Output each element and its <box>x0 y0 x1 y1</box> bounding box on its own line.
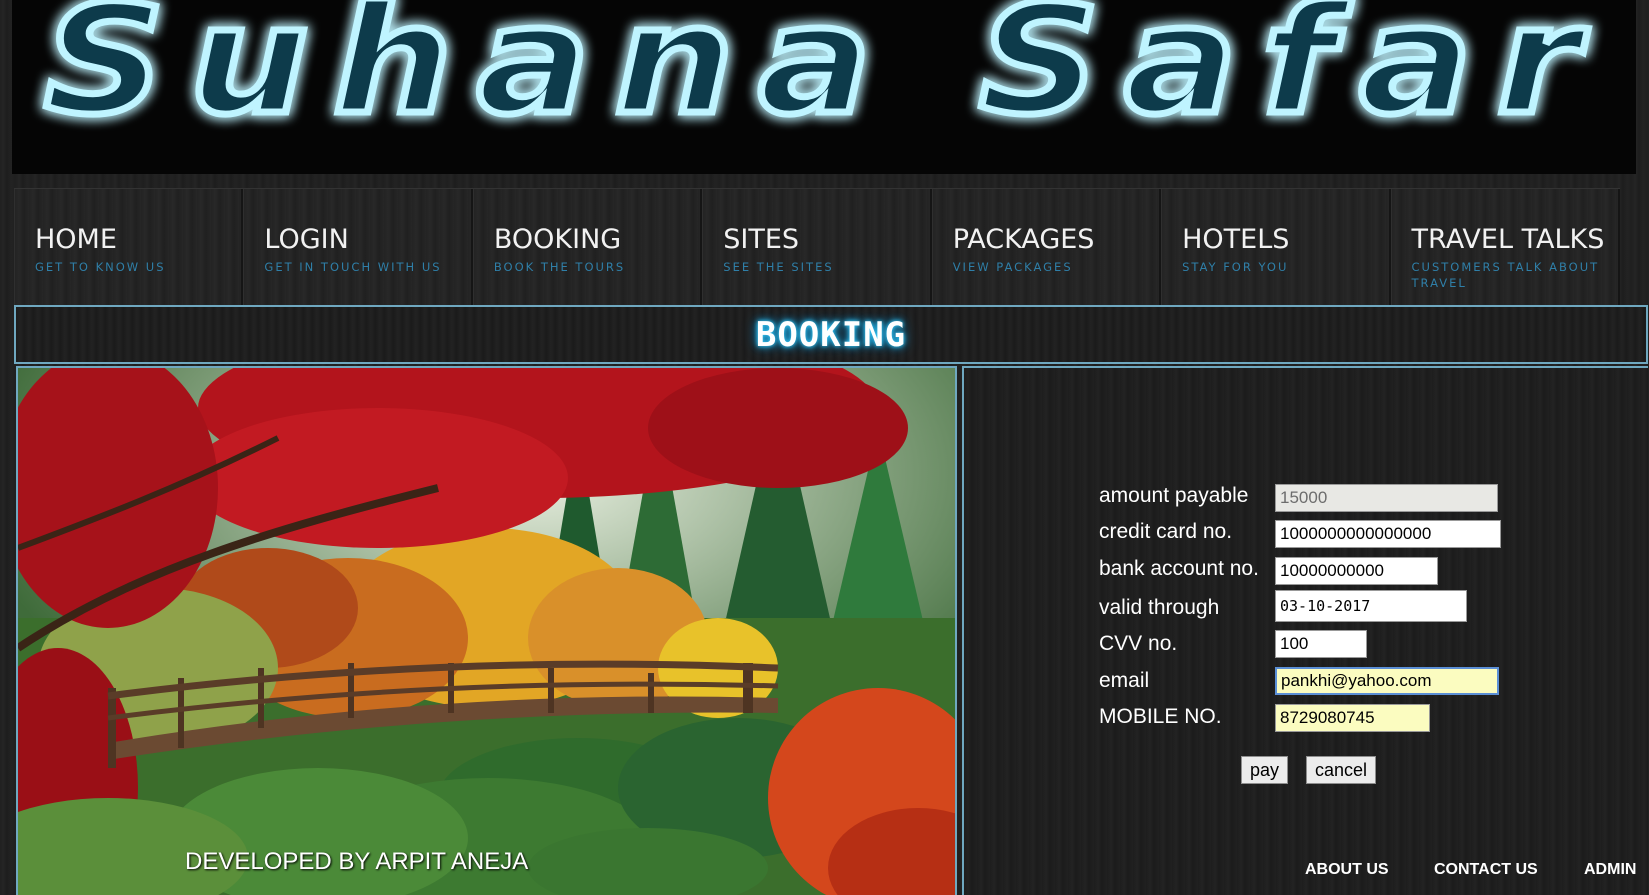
banner-title: Suhana Safar <box>44 0 1604 148</box>
footer-contact-link[interactable]: CONTACT US <box>1434 861 1538 879</box>
nav-hotels[interactable]: HOTELS STAY FOR YOU <box>1161 189 1391 305</box>
nav-booking-title: BOOKING <box>493 224 622 255</box>
payment-form: amount payable credit card no. bank acco… <box>962 366 1648 895</box>
nav-sites-title: SITES <box>723 224 800 255</box>
nav-sites-subtitle: SEE THE SITES <box>723 260 834 274</box>
amount-input[interactable] <box>1275 484 1498 512</box>
section-header: BOOKING <box>14 305 1648 364</box>
amount-label: amount payable <box>1099 484 1249 507</box>
bank-label: bank account no. <box>1099 557 1259 580</box>
mobile-input[interactable] <box>1275 704 1430 732</box>
card-label: credit card no. <box>1099 520 1233 543</box>
nav-booking[interactable]: BOOKING BOOK THE TOURS <box>472 189 703 305</box>
nav-hotels-title: HOTELS <box>1182 224 1290 255</box>
nav-packages-title: PACKAGES <box>952 224 1095 255</box>
nav-home[interactable]: HOME GET TO KNOW US <box>14 189 244 305</box>
footer-about-link[interactable]: ABOUT US <box>1305 861 1389 879</box>
valid-through-date-input[interactable] <box>1275 590 1467 622</box>
cvv-input[interactable] <box>1275 630 1367 658</box>
nav-travel-talks-title: TRAVEL TALKS <box>1411 224 1605 255</box>
email-label: email <box>1099 669 1150 692</box>
site-banner: Suhana Safar <box>12 0 1636 174</box>
cancel-button[interactable]: cancel <box>1306 756 1377 784</box>
nav-travel-talks[interactable]: TRAVEL TALKS CUSTOMERS TALK ABOUT TRAVEL <box>1390 189 1620 305</box>
email-input[interactable] <box>1275 667 1499 695</box>
valid-label: valid through <box>1099 596 1220 619</box>
nav-travel-talks-subtitle: CUSTOMERS TALK ABOUT TRAVEL <box>1411 260 1600 290</box>
pay-button[interactable]: pay <box>1241 756 1289 784</box>
nav-sites[interactable]: SITES SEE THE SITES <box>702 189 932 305</box>
developer-credit: DEVELOPED BY ARPIT ANEJA <box>185 848 529 875</box>
garden-illustration <box>18 368 955 895</box>
nav-login[interactable]: LOGIN GET IN TOUCH WITH US <box>243 189 473 305</box>
footer-admin-link[interactable]: ADMIN <box>1584 861 1636 879</box>
bank-account-input[interactable] <box>1275 557 1438 585</box>
page: Suhana Safar HOME GET TO KNOW US LOGIN G… <box>0 0 1649 895</box>
nav-home-title: HOME <box>35 224 117 255</box>
card-number-input[interactable] <box>1275 520 1501 548</box>
nav-booking-subtitle: BOOK THE TOURS <box>493 260 626 274</box>
main-nav: HOME GET TO KNOW US LOGIN GET IN TOUCH W… <box>14 188 1620 305</box>
nav-login-title: LOGIN <box>264 224 349 255</box>
nav-login-subtitle: GET IN TOUCH WITH US <box>264 260 442 274</box>
garden-photo <box>16 366 957 895</box>
nav-hotels-subtitle: STAY FOR YOU <box>1182 260 1289 274</box>
nav-packages[interactable]: PACKAGES VIEW PACKAGES <box>931 189 1162 305</box>
nav-home-subtitle: GET TO KNOW US <box>35 260 166 274</box>
cvv-label: CVV no. <box>1099 632 1178 655</box>
nav-packages-subtitle: VIEW PACKAGES <box>952 260 1073 274</box>
mobile-label: MOBILE NO. <box>1099 705 1222 728</box>
section-title: BOOKING <box>755 315 907 355</box>
banner-logo: Suhana Safar <box>41 0 1604 152</box>
